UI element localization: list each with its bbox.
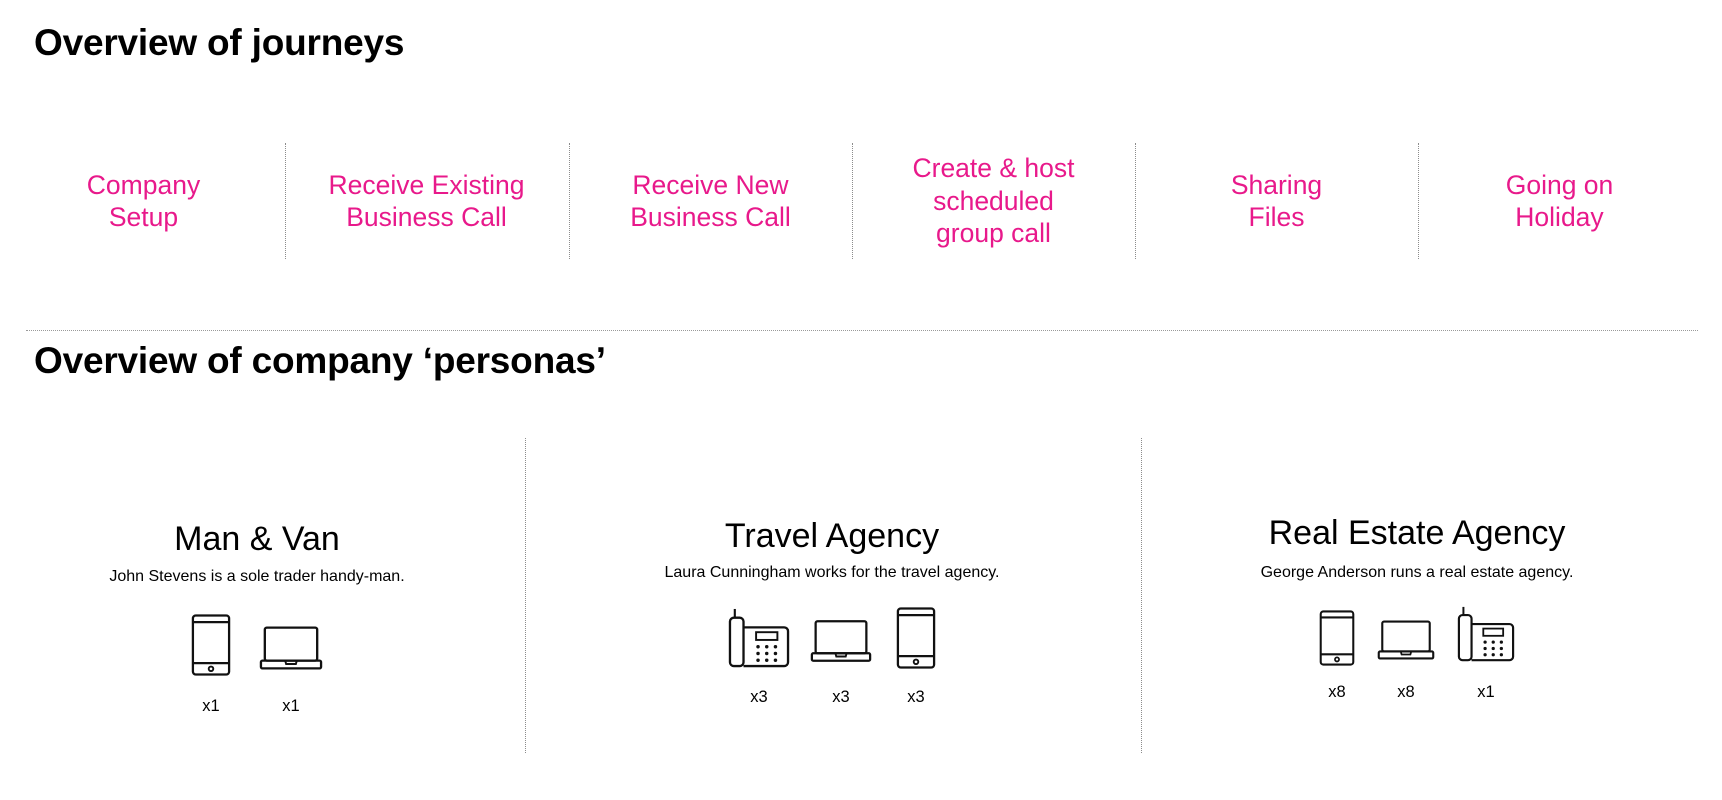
device-item: x3 bbox=[896, 606, 936, 707]
section-divider bbox=[26, 330, 1698, 331]
smartphone-icon bbox=[191, 613, 231, 677]
device-item: x1 bbox=[259, 613, 323, 716]
device-count: x3 bbox=[750, 688, 768, 706]
device-list: x1 x1 bbox=[0, 613, 537, 716]
desk-phone-icon bbox=[728, 608, 790, 668]
device-count: x3 bbox=[832, 688, 850, 706]
laptop-icon bbox=[1377, 619, 1435, 661]
smartphone-icon bbox=[896, 606, 936, 670]
journey-going-on-holiday[interactable]: Going on Holiday bbox=[1418, 143, 1701, 259]
persona-name: Real Estate Agency bbox=[1268, 514, 1566, 552]
journey-group-call[interactable]: Create & host scheduled group call bbox=[852, 143, 1135, 259]
journeys-heading: Overview of journeys bbox=[34, 22, 405, 63]
device-count: x1 bbox=[1477, 683, 1495, 701]
persona-card-real-estate-agency: Real Estate Agency George Anderson runs … bbox=[1137, 513, 1697, 701]
device-count: x8 bbox=[1397, 683, 1415, 701]
persona-card-travel-agency: Travel Agency Laura Cunningham works for… bbox=[552, 516, 1112, 706]
persona-card-man-and-van: Man & Van John Stevens is a sole trader … bbox=[0, 519, 537, 715]
device-list: x3 x3 x3 bbox=[552, 606, 1112, 707]
journey-receive-new-call[interactable]: Receive New Business Call bbox=[569, 143, 852, 259]
device-count: x8 bbox=[1328, 683, 1346, 701]
laptop-icon bbox=[259, 625, 323, 671]
persona-description: Laura Cunningham works for the travel ag… bbox=[664, 564, 1000, 581]
journey-receive-existing-call[interactable]: Receive Existing Business Call bbox=[285, 143, 568, 259]
device-item: x1 bbox=[191, 613, 231, 716]
persona-description: George Anderson runs a real estate agenc… bbox=[1260, 564, 1574, 581]
device-item: x8 bbox=[1377, 609, 1435, 702]
desk-phone-icon bbox=[1457, 606, 1515, 662]
device-count: x1 bbox=[202, 697, 220, 715]
journey-company-setup[interactable]: Company Setup bbox=[2, 143, 285, 259]
persona-name: Man & Van bbox=[174, 520, 340, 558]
device-item: x1 bbox=[1457, 609, 1515, 702]
device-count: x1 bbox=[282, 697, 300, 715]
smartphone-icon bbox=[1319, 609, 1355, 667]
persona-description: John Stevens is a sole trader handy-man. bbox=[109, 568, 405, 585]
device-item: x3 bbox=[810, 606, 872, 707]
laptop-icon bbox=[810, 619, 872, 663]
device-count: x3 bbox=[907, 688, 925, 706]
persona-divider bbox=[1141, 438, 1142, 753]
journey-sharing-files[interactable]: Sharing Files bbox=[1135, 143, 1418, 259]
device-item: x8 bbox=[1319, 609, 1355, 702]
device-item: x3 bbox=[728, 606, 790, 707]
personas-heading: Overview of company ‘personas’ bbox=[34, 340, 606, 381]
device-list: x8 x8 x1 bbox=[1137, 609, 1697, 702]
persona-name: Travel Agency bbox=[724, 517, 940, 555]
